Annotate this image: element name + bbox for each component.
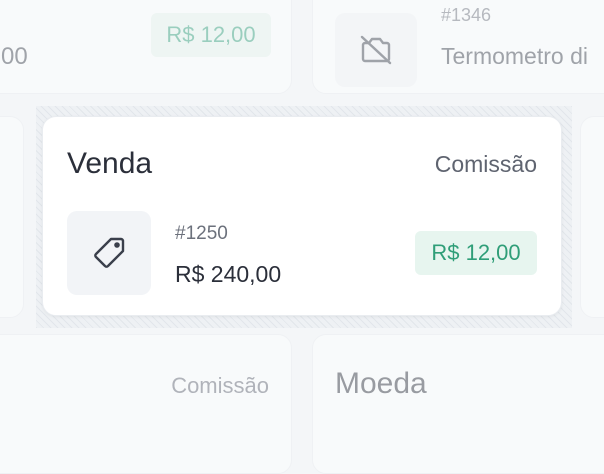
sale-card[interactable]: Venda Comissão #1250 R$ 240,00 R$ 12,00 — [42, 116, 562, 316]
order-id-text: #1346 — [441, 5, 492, 25]
card-title: Moeda — [335, 367, 427, 400]
tag-icon-box — [67, 211, 151, 295]
commission-badge: R$ 12,00 — [415, 231, 537, 275]
top-left-card[interactable]: 00 R$ 12,00 — [0, 0, 292, 94]
partial-value-text: 00 — [1, 43, 28, 70]
top-right-card[interactable]: #1346 Termometro di — [312, 0, 604, 94]
camera-off-icon — [360, 35, 392, 65]
card-title: Venda — [67, 147, 153, 180]
middle-left-card[interactable] — [0, 116, 24, 318]
sale-amount-text: R$ 240,00 — [175, 261, 282, 287]
commission-badge: R$ 12,00 — [151, 13, 271, 57]
no-image-icon-box — [335, 13, 417, 87]
tag-icon — [94, 237, 125, 268]
bottom-right-card[interactable]: Moeda — [312, 334, 604, 474]
middle-right-card[interactable] — [580, 116, 604, 318]
bottom-left-card[interactable]: Comissão — [0, 334, 292, 474]
product-name-text: Termometro di — [441, 43, 588, 69]
card-subtitle: Comissão — [434, 151, 537, 177]
commission-label: Comissão — [171, 373, 269, 398]
order-id-text: #1250 — [175, 223, 228, 244]
